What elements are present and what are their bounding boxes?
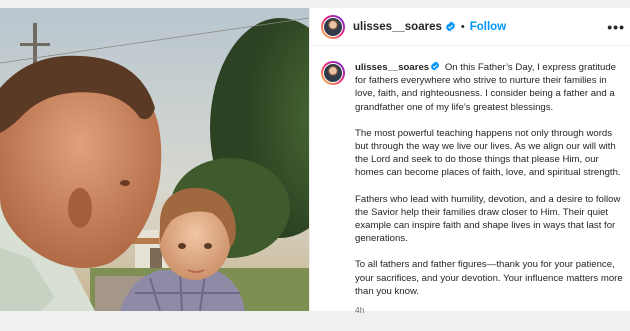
separator-dot: • [460,20,465,33]
profile-picture [323,16,343,37]
caption-paragraph: To all fathers and father figures—thank … [355,259,623,297]
caption-paragraph: The most powerful teaching happens not o… [355,127,621,179]
username-link[interactable]: ulisses__soares [353,21,442,33]
timestamp[interactable]: 4h [355,304,625,317]
post-side-panel: ulisses__soares • Follow ••• ulisses__so… [309,8,630,315]
caption-username-link[interactable]: ulisses__soares [355,62,429,73]
caption-paragraph: Fathers who lead with humility, devotion… [355,193,621,245]
post-photo[interactable] [0,8,309,311]
caption-paragraph: ulisses__soares On this Father’s Day, I … [355,61,625,114]
follow-button[interactable]: Follow [470,21,506,33]
photo-father-and-son [0,8,309,311]
profile-picture [323,63,343,83]
verified-badge-icon [445,21,455,32]
avatar[interactable] [321,14,345,39]
more-options-icon[interactable]: ••• [607,19,625,35]
verified-badge-icon [431,61,440,71]
caption: ulisses__soares On this Father’s Day, I … [310,46,630,317]
caption-body: ulisses__soares On this Father’s Day, I … [355,61,625,317]
post-header: ulisses__soares • Follow ••• [310,8,630,46]
caption-avatar[interactable] [321,61,345,85]
post-container: ulisses__soares • Follow ••• ulisses__so… [0,8,630,315]
